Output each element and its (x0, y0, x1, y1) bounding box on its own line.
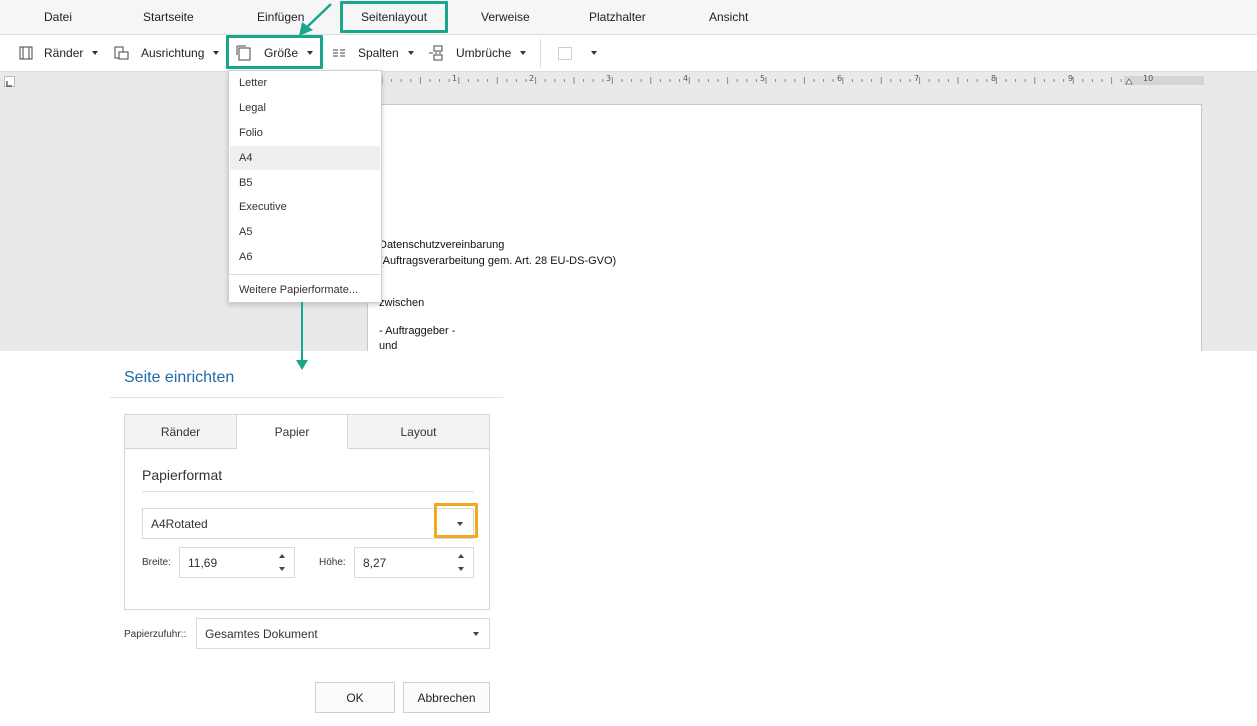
increment-icon[interactable] (279, 554, 285, 558)
height-value: 8,27 (363, 555, 387, 570)
paper-source-select[interactable]: Gesamtes Dokument (196, 618, 490, 649)
tab-raender[interactable]: Ränder (125, 415, 237, 449)
cancel-button[interactable]: Abbrechen (403, 682, 490, 713)
increment-icon[interactable] (458, 554, 464, 558)
paper-format-select[interactable]: A4Rotated (142, 508, 474, 539)
ok-button[interactable]: OK (315, 682, 395, 713)
paper-source-value: Gesamtes Dokument (205, 626, 318, 641)
paper-format-value: A4Rotated (151, 516, 208, 531)
dialog-title-divider (110, 397, 503, 398)
arrow-to-size-icon (299, 3, 332, 36)
width-value: 11,69 (188, 555, 218, 570)
arrow-down-icon (296, 302, 308, 370)
decrement-icon[interactable] (279, 567, 285, 571)
paper-source-label: Papierzufuhr:: (124, 629, 187, 640)
highlight-paper-format-toggle (434, 503, 478, 538)
section-divider (142, 491, 474, 492)
decrement-icon[interactable] (458, 567, 464, 571)
tab-layout[interactable]: Layout (348, 415, 489, 449)
dialog-title: Seite einrichten (124, 369, 235, 386)
width-field[interactable]: 11,69 (179, 547, 295, 578)
tab-papier[interactable]: Papier (237, 415, 348, 449)
annotation-arrows (296, 3, 434, 526)
paper-format-heading: Papierformat (142, 467, 223, 483)
height-field[interactable]: 8,27 (354, 547, 474, 578)
width-label: Breite: (142, 557, 171, 568)
height-label: Höhe: (319, 557, 346, 568)
chevron-down-icon[interactable] (473, 632, 479, 636)
